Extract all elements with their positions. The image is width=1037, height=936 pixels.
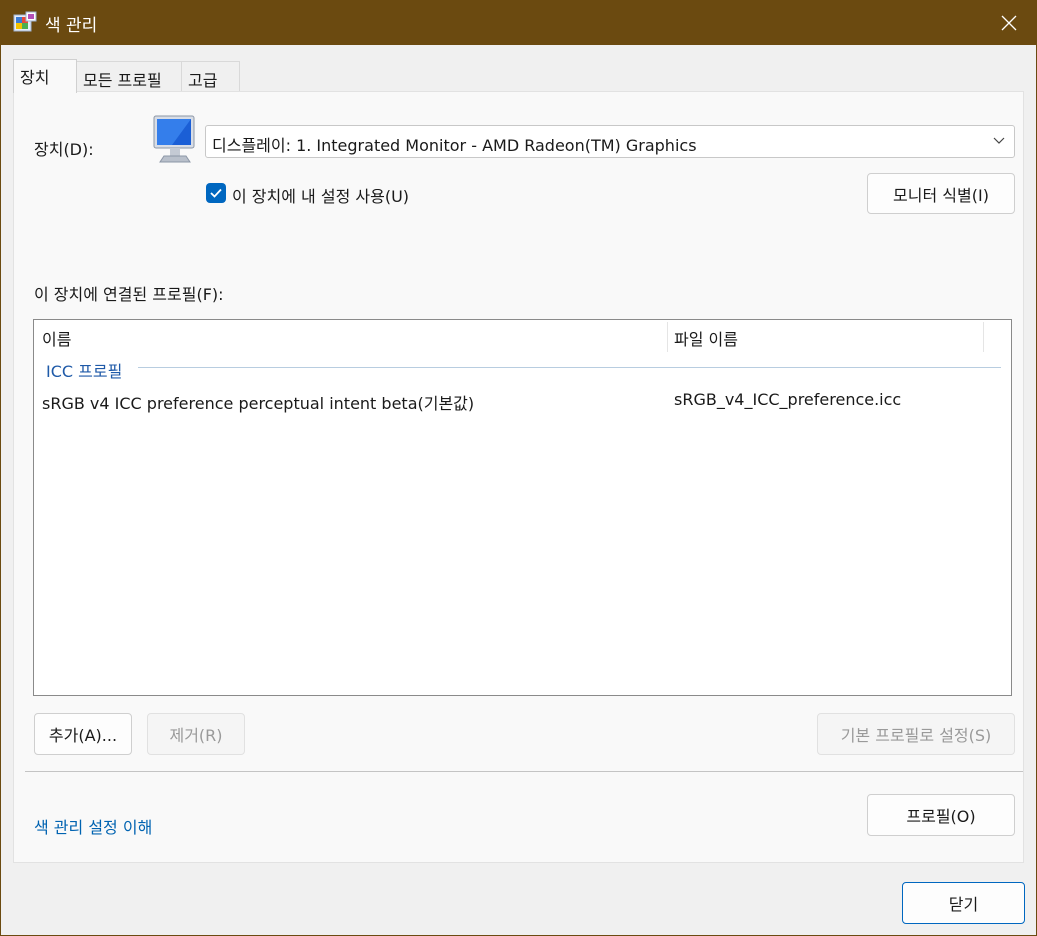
devices-tab-panel: 장치(D): 디스플레이: 1. Integrated Monitor - AM…: [13, 91, 1024, 863]
associated-profiles-label: 이 장치에 연결된 프로필(F):: [34, 285, 224, 304]
column-header-file-name[interactable]: 파일 이름: [674, 326, 738, 350]
checkmark-icon: [210, 188, 222, 198]
device-label: 장치(D):: [34, 140, 94, 159]
column-separator[interactable]: [667, 322, 668, 352]
profile-name-cell: sRGB v4 ICC preference perceptual intent…: [42, 394, 475, 413]
group-divider: [138, 367, 1001, 368]
profiles-button[interactable]: 프로필(O): [867, 794, 1015, 836]
title-bar: 색 관리: [1, 1, 1036, 45]
remove-profile-button[interactable]: 제거(R): [147, 713, 245, 755]
section-divider: [25, 771, 1023, 772]
close-icon: [1001, 15, 1017, 31]
use-my-settings-label[interactable]: 이 장치에 내 설정 사용(U): [232, 183, 409, 207]
profiles-list[interactable]: 이름 파일 이름 ICC 프로필 sRGB v4 ICC preference …: [33, 319, 1012, 696]
close-dialog-button[interactable]: 닫기: [902, 882, 1025, 924]
group-header-icc-profiles: ICC 프로필: [46, 362, 123, 381]
device-dropdown[interactable]: 디스플레이: 1. Integrated Monitor - AMD Radeo…: [205, 125, 1015, 158]
add-profile-button[interactable]: 추가(A)...: [34, 713, 132, 755]
chevron-down-icon: [993, 137, 1005, 144]
monitor-icon: [153, 115, 195, 163]
column-separator[interactable]: [983, 322, 984, 352]
identify-monitors-button[interactable]: 모니터 식별(I): [867, 173, 1015, 214]
tab-devices[interactable]: 장치: [13, 59, 77, 93]
window-close-button[interactable]: [982, 1, 1036, 45]
profile-file-cell: sRGB_v4_ICC_preference.icc: [674, 390, 902, 409]
tab-advanced[interactable]: 고급: [181, 61, 240, 92]
understanding-color-settings-link[interactable]: 색 관리 설정 이해: [34, 814, 152, 838]
color-management-app-icon: [13, 11, 37, 32]
column-header-name[interactable]: 이름: [42, 326, 71, 350]
device-dropdown-value: 디스플레이: 1. Integrated Monitor - AMD Radeo…: [212, 136, 697, 155]
color-management-window: 색 관리 장치 모든 프로필 고급 장치(D): 디스플레이: 1. Integ…: [0, 0, 1037, 936]
use-my-settings-checkbox[interactable]: [206, 183, 226, 203]
tab-all-profiles[interactable]: 모든 프로필: [76, 61, 182, 92]
set-default-profile-button[interactable]: 기본 프로필로 설정(S): [817, 713, 1015, 755]
window-title: 색 관리: [45, 16, 98, 36]
